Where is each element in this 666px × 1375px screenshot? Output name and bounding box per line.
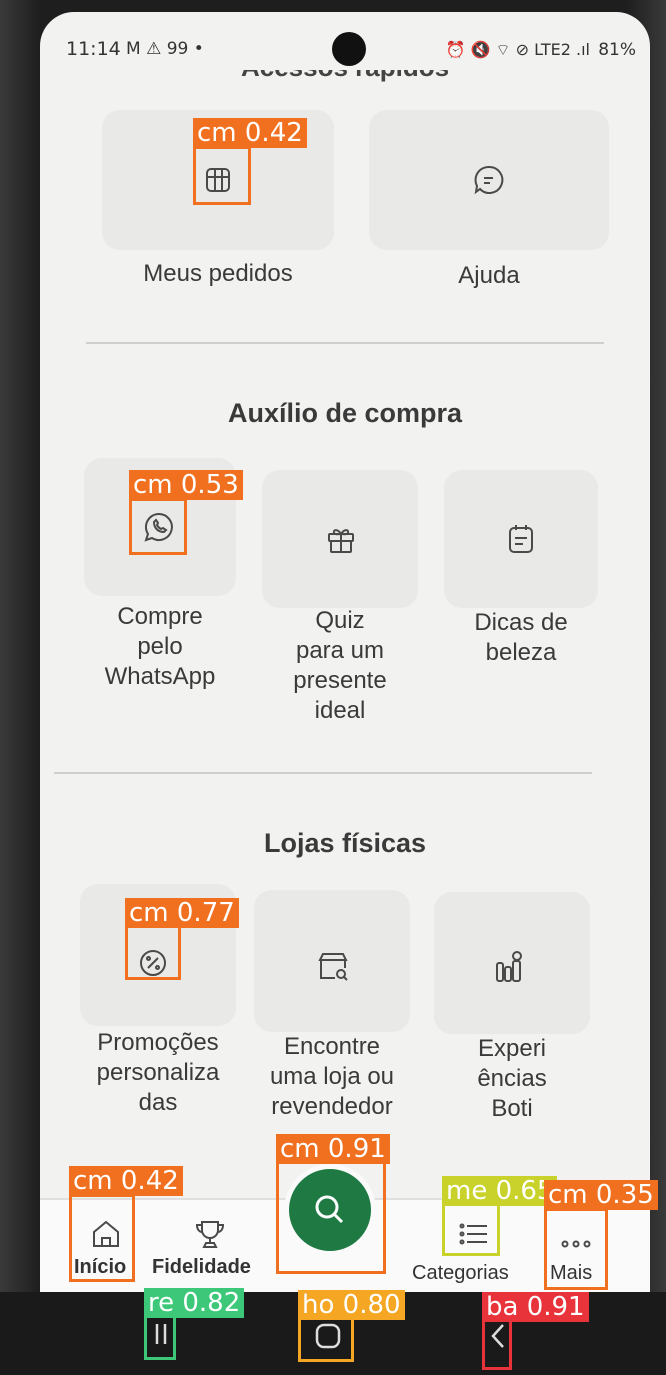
beauty-tips-label-line: Dicas de — [474, 609, 568, 636]
promotions-label: Promoções personaliza das — [70, 1028, 246, 1118]
detection-box — [129, 498, 187, 555]
status-left-icons: M ⚠ 99 • — [126, 39, 204, 59]
beauty-tips-label: Dicas de beleza — [444, 608, 598, 668]
store-search-icon — [310, 944, 356, 990]
battery-level: 81% — [598, 40, 636, 60]
whatsapp-label-line: Compre — [117, 603, 203, 630]
detection-box — [276, 1160, 386, 1274]
promotions-label-line: Promoções — [97, 1029, 219, 1056]
boti-experiences-label-line: ências — [477, 1065, 547, 1092]
boti-experiences-label: Experi ências Boti — [424, 1034, 600, 1124]
promotions-label-line: das — [138, 1089, 178, 1116]
gift-icon — [318, 516, 364, 562]
detection-tag: cm 0.91 — [276, 1134, 390, 1164]
detection-box — [69, 1194, 135, 1282]
beauty-tips-card[interactable] — [444, 470, 598, 608]
find-store-card[interactable] — [254, 890, 410, 1032]
phone-frame: 11:14 M ⚠ 99 • ⏰ 🔇 ⌔ ⊘ LTE2 .ıl 81% Aces… — [0, 0, 666, 1375]
promotions-label-line: personaliza — [96, 1059, 220, 1086]
front-camera — [332, 32, 366, 66]
detection-box — [298, 1314, 354, 1362]
divider — [54, 772, 592, 774]
help-card[interactable] — [369, 110, 609, 250]
detection-tag: cm 0.42 — [193, 118, 307, 148]
gift-quiz-label-line: presente — [293, 667, 387, 694]
whatsapp-label-line: WhatsApp — [104, 663, 216, 690]
divider — [86, 342, 604, 344]
status-right-icons: ⏰ 🔇 ⌔ ⊘ LTE2 .ıl — [445, 40, 590, 59]
detection-box — [442, 1202, 500, 1256]
status-time: 11:14 — [66, 38, 121, 60]
boti-experiences-label-line: Boti — [491, 1095, 533, 1122]
detection-tag: ho 0.80 — [298, 1290, 405, 1320]
find-store-label-line: uma loja ou — [269, 1063, 395, 1090]
boti-experiences-card[interactable] — [434, 892, 590, 1034]
purchase-help-title: Auxílio de compra — [227, 398, 463, 428]
gift-quiz-label-line: ideal — [314, 697, 366, 724]
find-store-label-line: Encontre — [283, 1033, 381, 1060]
whatsapp-label-line: pelo — [137, 633, 183, 660]
gift-quiz-card[interactable] — [262, 470, 418, 608]
boti-experiences-label-line: Experi — [477, 1035, 547, 1062]
detection-box — [125, 924, 181, 980]
nav-loyalty-label[interactable]: Fidelidade — [152, 1256, 251, 1279]
notepad-icon — [498, 516, 544, 562]
detection-tag: ba 0.91 — [482, 1292, 589, 1322]
beauty-tips-label-line: beleza — [485, 639, 557, 666]
detection-box — [193, 146, 251, 205]
trophy-icon[interactable] — [188, 1214, 232, 1254]
chat-bubble-icon — [467, 158, 511, 202]
detection-box — [544, 1208, 608, 1290]
detection-tag: cm 0.53 — [129, 470, 243, 500]
app-screen: 11:14 M ⚠ 99 • ⏰ 🔇 ⌔ ⊘ LTE2 .ıl 81% Aces… — [40, 12, 650, 1292]
detection-tag: me 0.65 — [442, 1176, 558, 1206]
detection-tag: cm 0.42 — [69, 1166, 183, 1196]
help-label: Ajuda — [458, 262, 520, 289]
whatsapp-label: Compre pelo WhatsApp — [84, 602, 236, 692]
gift-quiz-label: Quiz para um presente ideal — [262, 606, 418, 726]
physical-stores-title: Lojas físicas — [263, 828, 427, 858]
detection-tag: cm 0.77 — [125, 898, 239, 928]
cosmetics-icon — [486, 944, 532, 990]
gift-quiz-label-line: para um — [295, 637, 385, 664]
detection-box — [482, 1318, 512, 1370]
orders-label: Meus pedidos — [143, 260, 293, 287]
nav-categories-label[interactable]: Categorias — [412, 1262, 509, 1285]
detection-tag: cm 0.35 — [544, 1180, 658, 1210]
find-store-label: Encontre uma loja ou revendedor — [244, 1032, 420, 1122]
detection-tag: re 0.82 — [144, 1288, 245, 1318]
detection-box — [144, 1314, 176, 1360]
find-store-label-line: revendedor — [271, 1093, 393, 1120]
gift-quiz-label-line: Quiz — [315, 607, 365, 634]
